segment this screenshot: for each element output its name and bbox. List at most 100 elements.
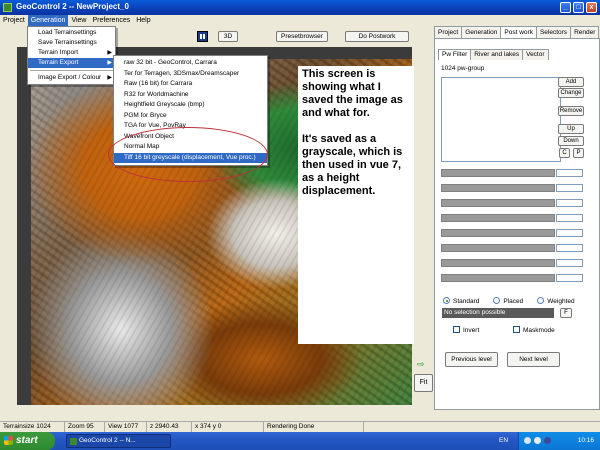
menu-terrain-export[interactable]: Terrain Export ▶: [28, 58, 115, 68]
tab-render[interactable]: Render: [570, 26, 600, 38]
p-button[interactable]: P: [573, 148, 584, 158]
pause-button[interactable]: [197, 31, 208, 42]
param-slider[interactable]: [441, 214, 591, 222]
slider-track[interactable]: [441, 184, 555, 192]
menu-load-terrainsettings[interactable]: Load Terrainsettings: [28, 28, 115, 38]
previous-level-button[interactable]: Previous level: [445, 352, 498, 367]
radio-icon[interactable]: [493, 297, 501, 304]
export-r32[interactable]: R32 for Worldmachine: [114, 90, 267, 101]
slider-track[interactable]: [441, 244, 555, 252]
slider-value-field[interactable]: [556, 184, 583, 192]
slider-value-field[interactable]: [556, 169, 583, 177]
subtab-river-lakes[interactable]: River and lakes: [470, 49, 524, 60]
c-button[interactable]: C: [559, 148, 570, 158]
clock: 10:16: [577, 437, 594, 444]
radio-weighted[interactable]: Weighted: [537, 297, 575, 305]
menu-view[interactable]: View: [68, 15, 89, 26]
tab-generation[interactable]: Generation: [461, 26, 502, 38]
menu-help[interactable]: Help: [133, 15, 153, 26]
checkbox-icon[interactable]: [513, 326, 520, 333]
generation-menu: Load Terrainsettings Save Terrainsetting…: [27, 26, 116, 85]
menu-save-terrainsettings[interactable]: Save Terrainsettings: [28, 38, 115, 48]
export-raw16[interactable]: Raw (16 bit) for Carrara: [114, 79, 267, 90]
menu-terrain-import-label: Terrain Import: [38, 49, 79, 56]
radio-placed[interactable]: Placed: [493, 297, 523, 305]
checkbox-icon[interactable]: [453, 326, 460, 333]
add-button[interactable]: Add: [558, 77, 584, 87]
close-button[interactable]: x: [586, 2, 597, 13]
export-tga[interactable]: TGA for Vue, PovRay: [114, 121, 267, 132]
down-button[interactable]: Down: [558, 136, 584, 146]
annotation-note: This screen is showing what I saved the …: [298, 66, 414, 344]
start-button[interactable]: start: [0, 432, 55, 450]
param-slider[interactable]: [441, 169, 591, 177]
radio-standard[interactable]: Standard: [443, 297, 479, 305]
3d-button[interactable]: 3D: [218, 31, 238, 42]
change-button[interactable]: Change: [558, 88, 584, 98]
maskmode-checkbox[interactable]: Maskmode: [513, 326, 555, 334]
slider-track[interactable]: [441, 169, 555, 177]
radio-icon[interactable]: [537, 297, 545, 304]
slider-track[interactable]: [441, 274, 555, 282]
menu-generation[interactable]: Generation: [27, 15, 69, 26]
system-tray: EN 10:16: [499, 432, 600, 450]
slider-value-field[interactable]: [556, 244, 583, 252]
remove-button[interactable]: Remove: [558, 106, 584, 116]
export-wavefront[interactable]: Wavefront Object: [114, 132, 267, 143]
menu-preferences[interactable]: Preferences: [89, 15, 133, 26]
menu-bar: Project Generation View Preferences Help: [0, 15, 600, 26]
scroll-arrow-icon[interactable]: ⇨: [417, 360, 429, 369]
slider-track[interactable]: [441, 199, 555, 207]
invert-checkbox[interactable]: Invert: [453, 326, 479, 334]
param-slider[interactable]: [441, 259, 591, 267]
invert-label: Invert: [463, 327, 480, 334]
slider-track[interactable]: [441, 229, 555, 237]
fit-button[interactable]: Fit: [414, 374, 433, 392]
export-ter[interactable]: Ter for Terragen, 3DSmax/Dreamscaper: [114, 69, 267, 80]
network-icon[interactable]: [524, 437, 531, 444]
next-level-button[interactable]: Next level: [507, 352, 560, 367]
app-icon: [3, 3, 12, 12]
radio-placed-label: Placed: [503, 298, 524, 305]
param-slider[interactable]: [441, 229, 591, 237]
maskmode-label: Maskmode: [523, 327, 555, 334]
export-raw32[interactable]: raw 32 bit - GeoControl, Carrara: [114, 58, 267, 69]
export-pgm[interactable]: PGM for Bryce: [114, 111, 267, 122]
security-icon[interactable]: [544, 437, 551, 444]
note-paragraph-1: This screen is showing what I saved the …: [302, 68, 403, 119]
param-slider[interactable]: [441, 274, 591, 282]
menu-image-export[interactable]: Image Export / Colour ▶: [28, 73, 115, 83]
taskbar-item-geocontrol[interactable]: GeoControl 2 -- N...: [66, 434, 171, 448]
param-slider[interactable]: [441, 244, 591, 252]
tab-project[interactable]: Project: [434, 26, 463, 38]
tab-selectors[interactable]: Selectors: [535, 26, 572, 38]
slider-value-field[interactable]: [556, 214, 583, 222]
subtab-vector[interactable]: Vector: [522, 49, 549, 60]
pw-filter-list[interactable]: [441, 77, 561, 162]
language-indicator[interactable]: EN: [499, 437, 508, 444]
minimize-button[interactable]: _: [560, 2, 571, 13]
export-normal-map[interactable]: Normal Map: [114, 142, 267, 153]
presetbrowser-button[interactable]: Presetbrowser: [276, 31, 328, 42]
volume-icon[interactable]: [534, 437, 541, 444]
submenu-arrow-icon: ▶: [107, 50, 112, 56]
param-slider[interactable]: [441, 184, 591, 192]
slider-value-field[interactable]: [556, 229, 583, 237]
param-slider[interactable]: [441, 199, 591, 207]
export-tiff16[interactable]: Tiff 16 bit greyscale (displacement, Vue…: [114, 152, 267, 163]
do-postwork-button[interactable]: Do Postwork: [345, 31, 409, 42]
slider-value-field[interactable]: [556, 199, 583, 207]
subtab-pw-filter[interactable]: Pw Filter: [438, 49, 472, 60]
slider-track[interactable]: [441, 259, 555, 267]
slider-value-field[interactable]: [556, 274, 583, 282]
slider-track[interactable]: [441, 214, 555, 222]
selection-field[interactable]: No selection possible: [442, 308, 554, 318]
menu-project[interactable]: Project: [0, 15, 28, 26]
slider-value-field[interactable]: [556, 259, 583, 267]
up-button[interactable]: Up: [558, 124, 584, 134]
radio-icon[interactable]: [443, 297, 450, 304]
maximize-button[interactable]: □: [573, 2, 584, 13]
f-button[interactable]: F: [560, 308, 572, 318]
menu-terrain-import[interactable]: Terrain Import ▶: [28, 48, 115, 58]
export-heightfield-bmp[interactable]: Heightfield Greyscale (bmp): [114, 100, 267, 111]
